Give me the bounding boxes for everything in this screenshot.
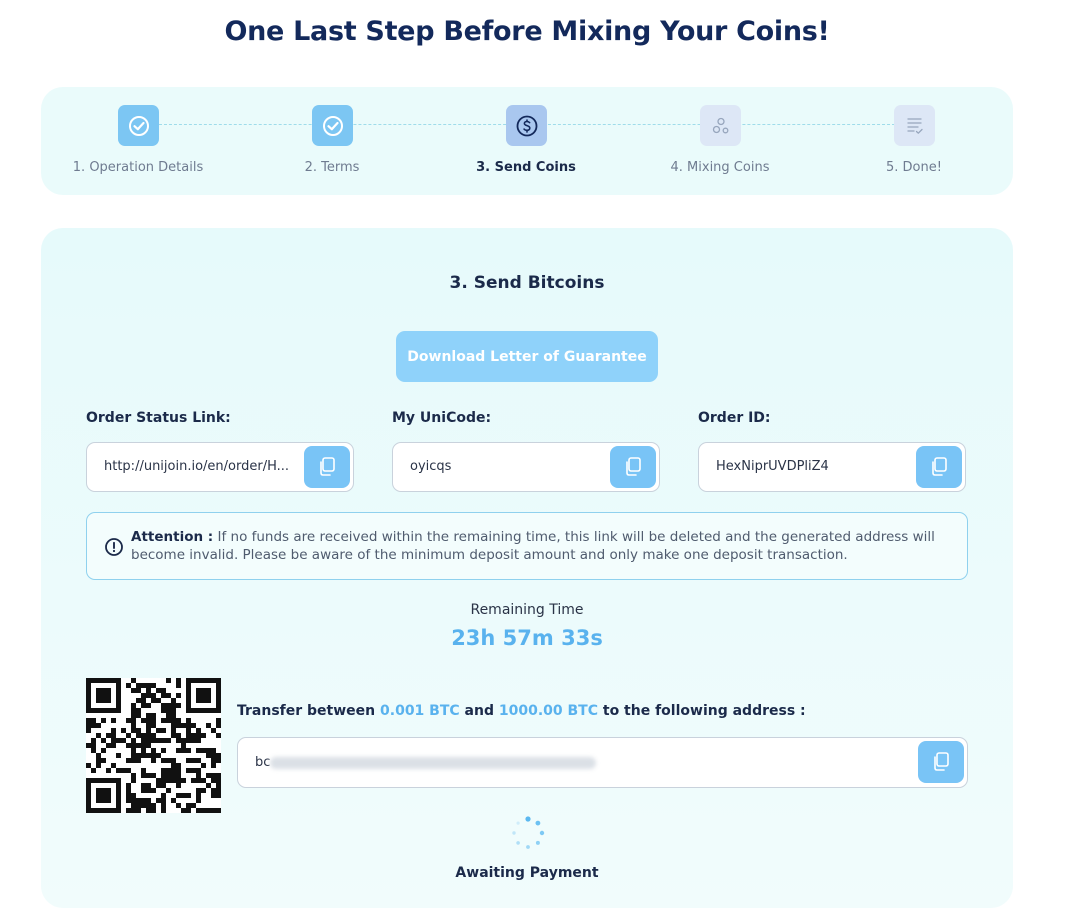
copy-icon xyxy=(320,457,335,476)
deposit-address-value: bc xyxy=(255,755,271,770)
transfer-max-amount: 1000.00 BTC xyxy=(498,703,598,719)
loading-spinner-icon xyxy=(511,816,545,854)
page-title: One Last Step Before Mixing Your Coins! xyxy=(224,16,830,47)
payment-status: Awaiting Payment xyxy=(455,865,599,881)
order-status-link-value: http://unijoin.io/en/order/H... xyxy=(104,459,290,474)
step-label: 1. Operation Details xyxy=(72,160,204,175)
step-mixing-coins[interactable]: 4. Mixing Coins xyxy=(623,87,817,195)
attention-message: If no funds are received within the rema… xyxy=(131,529,935,563)
copy-icon xyxy=(932,457,947,476)
step-terms[interactable]: 2. Terms xyxy=(235,87,429,195)
send-coins-card: 3. Send Bitcoins Download Letter of Guar… xyxy=(41,228,1013,908)
blurred-address xyxy=(270,757,596,769)
transfer-min-amount: 0.001 BTC xyxy=(380,703,460,719)
order-id-label: Order ID: xyxy=(698,410,771,426)
step-label: 2. Terms xyxy=(304,160,360,175)
check-circle-icon xyxy=(118,105,159,146)
remaining-time-label: Remaining Time xyxy=(470,602,584,618)
step-send-coins[interactable]: 3. Send Coins xyxy=(429,87,623,195)
copy-address-button[interactable] xyxy=(918,741,964,783)
alert-circle-icon xyxy=(104,537,124,561)
copy-unicode-button[interactable] xyxy=(610,446,656,488)
unicode-value: oyicqs xyxy=(410,459,452,474)
copy-icon xyxy=(934,752,949,771)
order-id-field[interactable]: HexNiprUVDPliZ4 xyxy=(698,442,966,492)
card-title: 3. Send Bitcoins xyxy=(449,273,605,293)
attention-title: Attention : xyxy=(131,529,214,545)
coins-icon xyxy=(700,105,741,146)
step-label: 4. Mixing Coins xyxy=(670,160,770,175)
step-label: 3. Send Coins xyxy=(476,160,576,175)
unicode-label: My UniCode: xyxy=(392,410,492,426)
deposit-address-field[interactable]: bc xyxy=(237,737,968,788)
unicode-field[interactable]: oyicqs xyxy=(392,442,660,492)
order-status-link-field[interactable]: http://unijoin.io/en/order/H... xyxy=(86,442,354,492)
transfer-suffix: to the following address : xyxy=(602,703,806,719)
transfer-instruction: Transfer between 0.001 BTC and 1000.00 B… xyxy=(237,703,806,719)
remaining-time-value: 23h 57m 33s xyxy=(451,626,603,650)
order-id-value: HexNiprUVDPliZ4 xyxy=(716,459,829,474)
download-guarantee-button[interactable]: Download Letter of Guarantee xyxy=(396,331,658,382)
dollar-circle-icon xyxy=(506,105,547,146)
order-status-link-label: Order Status Link: xyxy=(86,410,231,426)
qr-code xyxy=(86,678,221,813)
check-circle-icon xyxy=(312,105,353,146)
copy-icon xyxy=(626,457,641,476)
copy-order-link-button[interactable] xyxy=(304,446,350,488)
copy-order-id-button[interactable] xyxy=(916,446,962,488)
step-operation-details[interactable]: 1. Operation Details xyxy=(41,87,235,195)
transfer-prefix: Transfer between xyxy=(237,703,376,719)
attention-text: Attention : If no funds are received wit… xyxy=(131,528,951,564)
step-label: 5. Done! xyxy=(886,160,942,175)
step-done[interactable]: 5. Done! xyxy=(817,87,1011,195)
document-check-icon xyxy=(894,105,935,146)
attention-notice: Attention : If no funds are received wit… xyxy=(86,512,968,580)
progress-stepper: 1. Operation Details 2. Terms 3. Send Co… xyxy=(41,87,1013,195)
transfer-middle: and xyxy=(464,703,494,719)
